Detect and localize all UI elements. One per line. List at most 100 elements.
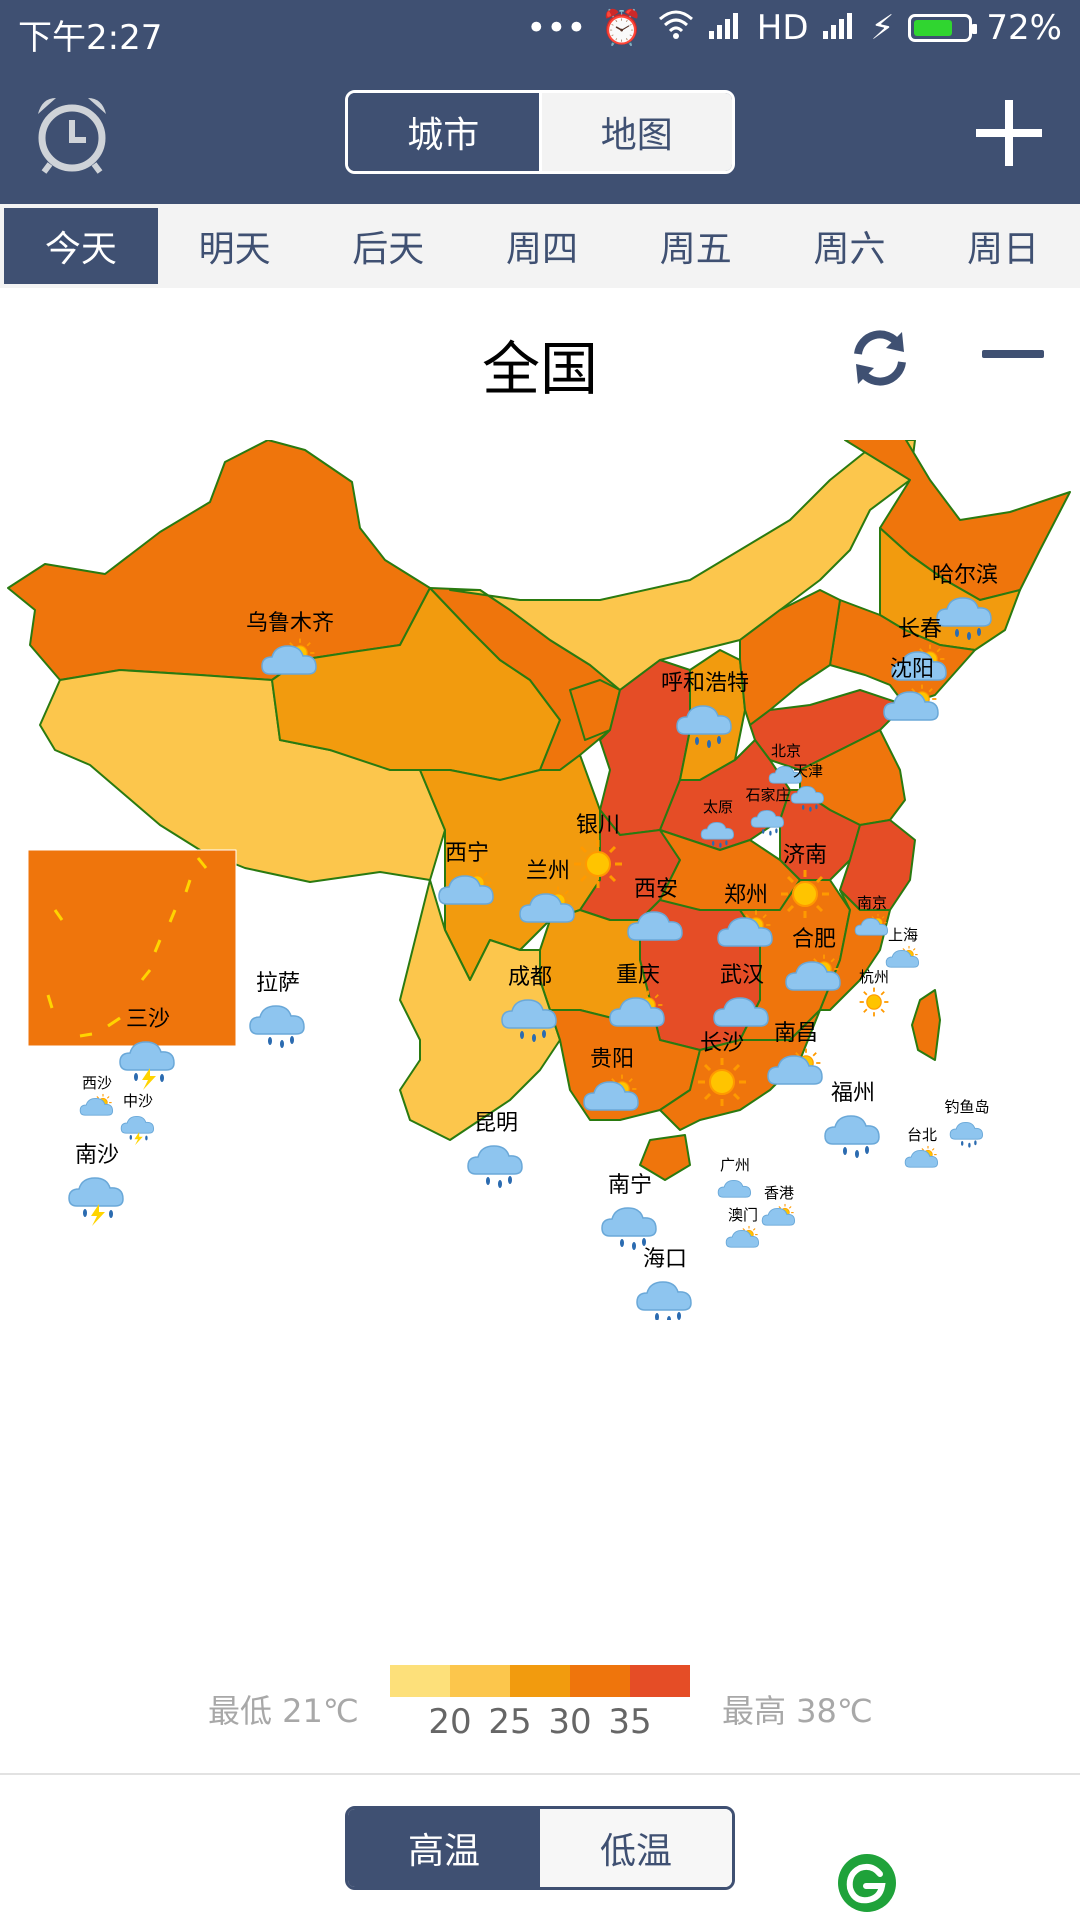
city-marker[interactable]: 西沙	[80, 1074, 112, 1115]
city-label: 杭州	[859, 968, 889, 986]
city-marker[interactable]: 福州	[825, 1081, 879, 1158]
city-marker[interactable]: 杭州	[858, 968, 890, 1018]
legend-swatch	[510, 1665, 570, 1697]
cloudy-weather-icon	[717, 1179, 752, 1198]
city-label: 郑州	[724, 883, 768, 908]
day-tab[interactable]: 周日	[926, 204, 1080, 288]
city-label: 太原	[703, 798, 733, 816]
status-bar: 下午2:27 ••• ⏰ HD ⚡ 72%	[0, 0, 1080, 62]
legend-swatch	[630, 1665, 690, 1697]
signal-icon	[708, 8, 743, 48]
legend-max-label: 最高 38℃	[722, 1692, 873, 1730]
day-tab[interactable]: 今天	[4, 208, 158, 284]
minus-icon[interactable]	[982, 350, 1044, 358]
rain-weather-icon	[825, 1116, 879, 1158]
legend-swatch	[570, 1665, 630, 1697]
city-label: 兰州	[526, 859, 570, 884]
city-label: 呼和浩特	[661, 671, 749, 696]
city-label: 拉萨	[256, 971, 300, 996]
city-tab[interactable]: 城市	[348, 93, 542, 171]
more-dots-icon: •••	[526, 8, 587, 48]
thunderstorm-weather-icon	[69, 1178, 123, 1226]
sunny-weather-icon	[858, 986, 890, 1018]
city-marker[interactable]: 拉萨	[250, 971, 304, 1048]
city-marker[interactable]: 广州	[717, 1156, 752, 1198]
china-weather-map[interactable]: 乌鲁木齐 哈尔滨长春沈阳呼和浩特北京天津石家庄太原银川济南 西宁兰州西安 郑州合肥 南京…	[0, 440, 1080, 1320]
city-marker[interactable]: 三沙	[120, 1007, 174, 1090]
day-tab[interactable]: 周四	[465, 204, 619, 288]
city-marker[interactable]: 南宁	[602, 1173, 656, 1250]
battery-fill	[914, 20, 952, 36]
network-type: HD	[756, 8, 809, 48]
app-bar: 城市 地图	[0, 62, 1080, 204]
rain-weather-icon	[250, 1006, 304, 1048]
city-marker[interactable]: 昆明	[468, 1111, 522, 1188]
map-tab[interactable]: 地图	[541, 93, 732, 171]
city-marker[interactable]: 香港	[762, 1184, 794, 1225]
thunderstorm-weather-icon	[121, 1116, 153, 1145]
city-label: 石家庄	[745, 786, 790, 804]
partly-cloudy-weather-icon	[886, 946, 918, 967]
province-taiwan	[911, 989, 941, 1061]
rain-weather-icon	[468, 1146, 522, 1188]
legend-color-scale	[390, 1665, 690, 1697]
city-marker[interactable]: 中沙	[121, 1092, 153, 1145]
city-marker[interactable]: 海口	[637, 1247, 691, 1320]
day-tab[interactable]: 周六	[773, 204, 927, 288]
city-marker[interactable]: 澳门	[726, 1206, 758, 1247]
city-label: 钓鱼岛	[944, 1098, 989, 1116]
day-tab[interactable]: 后天	[311, 204, 465, 288]
city-label: 香港	[764, 1184, 794, 1202]
city-label: 合肥	[792, 927, 836, 952]
city-marker[interactable]: 台北	[905, 1126, 937, 1167]
city-label: 北京	[771, 742, 801, 760]
legend-tick: 20	[428, 1702, 472, 1742]
view-toggle: 城市 地图	[345, 90, 735, 174]
partly-cloudy-weather-icon	[726, 1226, 758, 1247]
city-label: 武汉	[720, 963, 764, 988]
low-temp-tab[interactable]: 低温	[540, 1809, 732, 1887]
app-logo-icon	[836, 1852, 898, 1914]
partly-cloudy-weather-icon	[762, 1204, 794, 1225]
city-label: 重庆	[616, 963, 660, 988]
legend-tick: 30	[548, 1702, 592, 1742]
city-label: 昆明	[474, 1111, 518, 1136]
day-tab[interactable]: 明天	[158, 204, 312, 288]
city-marker[interactable]: 钓鱼岛	[944, 1098, 990, 1148]
city-label: 南沙	[75, 1143, 119, 1168]
charging-icon: ⚡	[870, 8, 895, 48]
legend-tick: 25	[488, 1702, 532, 1742]
wifi-icon	[657, 8, 695, 48]
partly-cloudy-weather-icon	[905, 1146, 937, 1167]
city-label: 西沙	[82, 1074, 112, 1092]
alarm-status-icon: ⏰	[600, 8, 643, 48]
status-icons: ••• ⏰ HD ⚡ 72%	[526, 8, 1062, 48]
battery-percent: 72%	[986, 8, 1062, 48]
city-label: 长春	[898, 617, 942, 642]
city-label: 成都	[508, 965, 552, 990]
alarm-clock-icon[interactable]	[34, 92, 110, 174]
city-label: 台北	[907, 1126, 937, 1144]
city-label: 福州	[831, 1081, 875, 1106]
plus-icon[interactable]	[976, 100, 1042, 166]
province-xinjiang	[7, 440, 431, 681]
city-label: 上海	[888, 926, 918, 944]
refresh-icon[interactable]	[848, 326, 912, 390]
partly-cloudy-weather-icon	[80, 1094, 112, 1115]
thunderstorm-weather-icon	[120, 1042, 174, 1090]
day-tab[interactable]: 周五	[619, 204, 773, 288]
rain-weather-icon	[602, 1208, 656, 1250]
status-time: 下午2:27	[18, 18, 163, 58]
city-label: 沈阳	[890, 657, 934, 682]
divider	[0, 1773, 1080, 1775]
city-label: 南昌	[774, 1021, 818, 1046]
high-temp-tab[interactable]: 高温	[348, 1809, 540, 1887]
city-marker[interactable]: 上海	[886, 926, 918, 967]
city-label: 澳门	[728, 1206, 758, 1224]
temperature-toggle: 高温 低温	[345, 1806, 735, 1890]
city-label: 南京	[857, 894, 887, 912]
city-label: 广州	[720, 1156, 750, 1174]
city-marker[interactable]: 南沙	[69, 1143, 123, 1226]
city-label: 哈尔滨	[932, 563, 998, 588]
city-label: 长沙	[700, 1031, 744, 1056]
